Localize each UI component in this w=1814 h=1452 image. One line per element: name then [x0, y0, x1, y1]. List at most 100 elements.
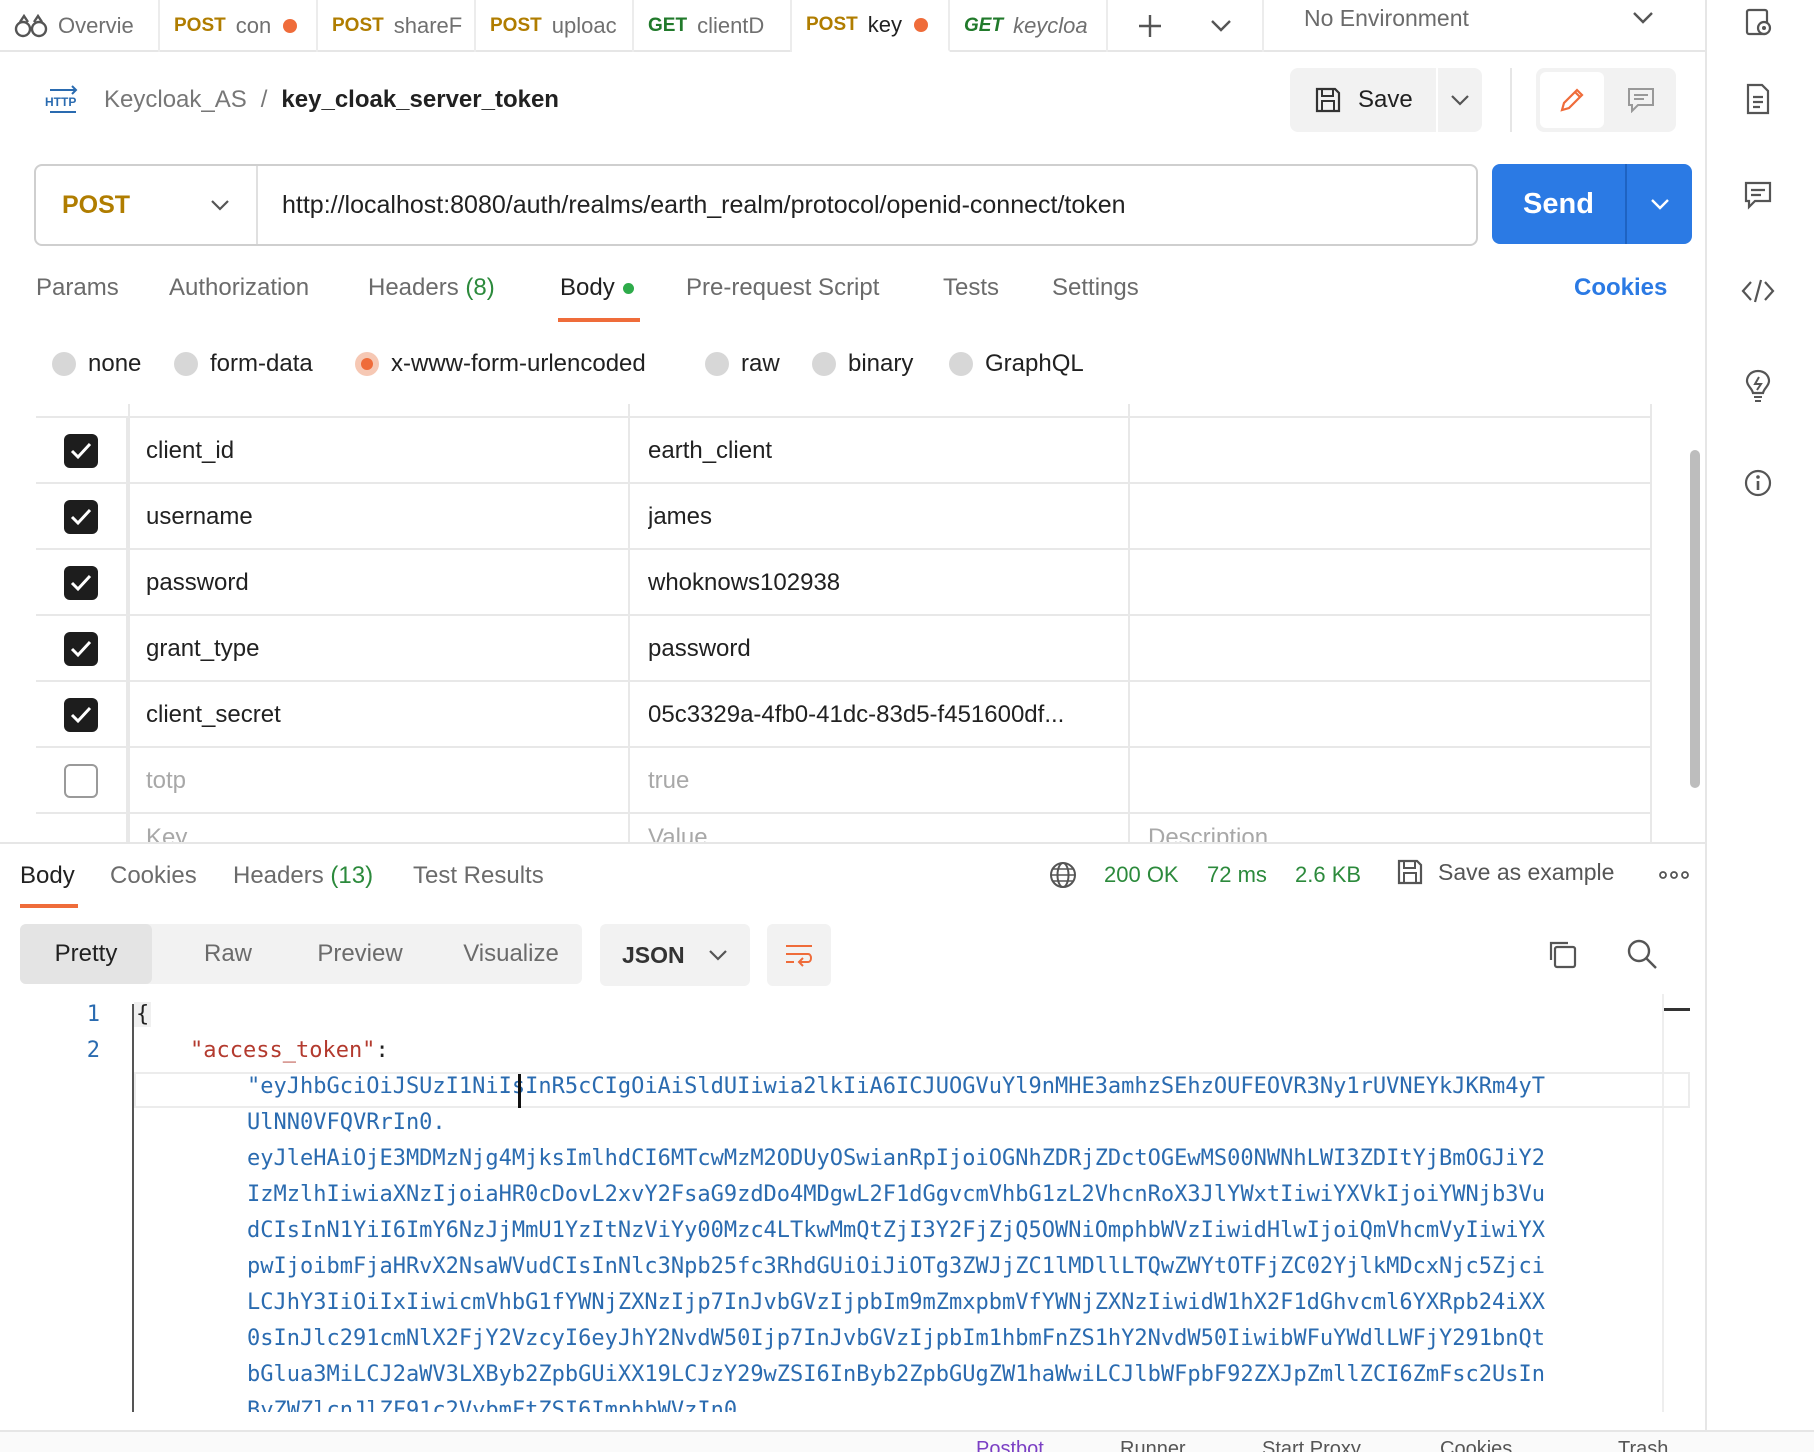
param-key[interactable]: client_secret: [146, 682, 626, 748]
row-checkbox[interactable]: [64, 434, 98, 468]
save-options-button[interactable]: [1438, 68, 1482, 132]
param-value[interactable]: true: [648, 748, 1128, 814]
environment-quicklook-icon[interactable]: [1735, 0, 1781, 46]
response-size[interactable]: 2.6 KB: [1295, 862, 1361, 888]
response-tab-cookies[interactable]: Cookies: [110, 862, 197, 890]
radio-form-data[interactable]: form-data: [174, 350, 313, 378]
description-placeholder[interactable]: Description: [1148, 814, 1648, 842]
param-description[interactable]: [1148, 616, 1648, 682]
tab-body[interactable]: Body: [560, 274, 634, 302]
tab-request[interactable]: GET keycloa: [950, 0, 1108, 52]
param-value[interactable]: password: [648, 616, 1128, 682]
lightbulb-icon[interactable]: [1735, 362, 1781, 408]
cookies-link[interactable]: Cookies: [1574, 274, 1667, 302]
new-tab-plus-icon[interactable]: [1125, 8, 1175, 44]
tab-request[interactable]: POST uploac: [476, 0, 634, 52]
row-checkbox[interactable]: [64, 764, 98, 798]
comment-mode-button[interactable]: [1610, 72, 1672, 128]
param-description[interactable]: [1148, 550, 1648, 616]
radio-raw[interactable]: raw: [705, 350, 780, 378]
postbot-button[interactable]: Postbot: [976, 1438, 1044, 1452]
row-checkbox[interactable]: [64, 566, 98, 600]
tab-request-active[interactable]: POST key: [792, 0, 950, 52]
response-tab-test-results[interactable]: Test Results: [413, 862, 544, 890]
view-preview[interactable]: Preview: [296, 924, 424, 984]
row-checkbox[interactable]: [64, 632, 98, 666]
send-options-button[interactable]: [1627, 164, 1692, 244]
search-icon[interactable]: [1626, 938, 1658, 977]
row-checkbox[interactable]: [64, 500, 98, 534]
response-tab-headers[interactable]: Headers (13): [233, 862, 373, 890]
tab-prerequest-script[interactable]: Pre-request Script: [686, 274, 879, 302]
param-description[interactable]: [1148, 682, 1648, 748]
wrap-lines-button[interactable]: [767, 924, 831, 986]
save-as-example-button[interactable]: Save as example: [1396, 858, 1614, 886]
more-options-icon[interactable]: [1656, 860, 1692, 890]
tab-label: Pre-request Script: [686, 274, 880, 301]
save-button[interactable]: Save: [1290, 68, 1436, 132]
tab-settings[interactable]: Settings: [1052, 274, 1139, 302]
tab-overview[interactable]: Overvie: [0, 0, 160, 52]
response-body-viewer[interactable]: 1 { 2 "access_token": "eyJhbGciOiJSUzI1N…: [0, 994, 1705, 1412]
request-name[interactable]: key_cloak_server_token: [281, 86, 559, 114]
param-key[interactable]: password: [146, 550, 626, 616]
response-tab-body[interactable]: Body: [20, 862, 75, 890]
documentation-icon[interactable]: [1735, 76, 1781, 122]
tab-request[interactable]: POST con: [160, 0, 318, 52]
url-input[interactable]: http://localhost:8080/auth/realms/earth_…: [258, 191, 1126, 220]
info-icon[interactable]: [1735, 460, 1781, 506]
json-colon: :: [375, 1038, 389, 1063]
checkmark-icon: [70, 706, 92, 724]
param-key[interactable]: grant_type: [146, 616, 626, 682]
runner-button[interactable]: Runner: [1120, 1438, 1186, 1452]
tab-authorization[interactable]: Authorization: [169, 274, 309, 302]
radio-x-www-form-urlencoded[interactable]: x-www-form-urlencoded: [355, 350, 646, 378]
status-code[interactable]: 200 OK: [1104, 862, 1179, 888]
method-badge: POST: [332, 15, 384, 36]
tab-label: key: [867, 12, 902, 37]
copy-icon[interactable]: [1546, 938, 1578, 977]
param-description[interactable]: [1148, 418, 1648, 484]
tab-params[interactable]: Params: [36, 274, 119, 302]
radio-binary[interactable]: binary: [812, 350, 913, 378]
cookies-button[interactable]: Cookies: [1440, 1438, 1512, 1452]
view-pretty[interactable]: Pretty: [20, 924, 152, 984]
param-value[interactable]: james: [648, 484, 1128, 550]
code-snippet-icon[interactable]: [1735, 268, 1781, 314]
param-description[interactable]: [1148, 748, 1648, 814]
param-key[interactable]: client_id: [146, 418, 626, 484]
view-visualize[interactable]: Visualize: [440, 924, 582, 984]
radio-none[interactable]: none: [52, 350, 141, 378]
edit-mode-button[interactable]: [1540, 72, 1604, 128]
tab-request[interactable]: GET clientD: [634, 0, 792, 52]
view-raw[interactable]: Raw: [168, 924, 288, 984]
trash-button[interactable]: Trash: [1618, 1438, 1668, 1452]
code-line: 0sInJlc291cmNlX2FjY2VzcyI6eyJhY2NvdW50Ij…: [247, 1326, 1546, 1351]
comments-icon[interactable]: [1735, 172, 1781, 218]
tab-headers[interactable]: Headers (8): [368, 274, 495, 302]
start-proxy-button[interactable]: Start Proxy: [1262, 1438, 1361, 1452]
globe-icon[interactable]: [1048, 860, 1078, 897]
tab-tests[interactable]: Tests: [943, 274, 999, 302]
param-description[interactable]: [1148, 484, 1648, 550]
param-value[interactable]: 05c3329a-4fb0-41dc-83d5-f451600df...: [648, 682, 1128, 748]
pane-resize-divider[interactable]: [0, 842, 1705, 844]
breadcrumb-collection[interactable]: Keycloak_AS: [104, 86, 247, 114]
row-checkbox[interactable]: [64, 698, 98, 732]
response-time[interactable]: 72 ms: [1207, 862, 1267, 888]
param-key[interactable]: totp: [146, 748, 626, 814]
environment-selector[interactable]: No Environment: [1264, 0, 1684, 50]
key-placeholder[interactable]: Key: [146, 814, 626, 842]
params-scrollbar[interactable]: [1690, 450, 1700, 788]
response-format-select[interactable]: JSON: [600, 924, 750, 986]
param-value[interactable]: earth_client: [648, 418, 1128, 484]
param-value[interactable]: whoknows102938: [648, 550, 1128, 616]
param-key[interactable]: username: [146, 484, 626, 550]
tabs-menu-chevron-down-icon[interactable]: [1196, 8, 1246, 44]
send-button[interactable]: Send: [1492, 164, 1627, 244]
tab-request[interactable]: POST shareF: [318, 0, 476, 52]
value-placeholder[interactable]: Value: [648, 814, 1128, 842]
method-select[interactable]: POST: [36, 166, 258, 244]
radio-graphql[interactable]: GraphQL: [949, 350, 1084, 378]
json-key: "access_token": [190, 1038, 376, 1063]
